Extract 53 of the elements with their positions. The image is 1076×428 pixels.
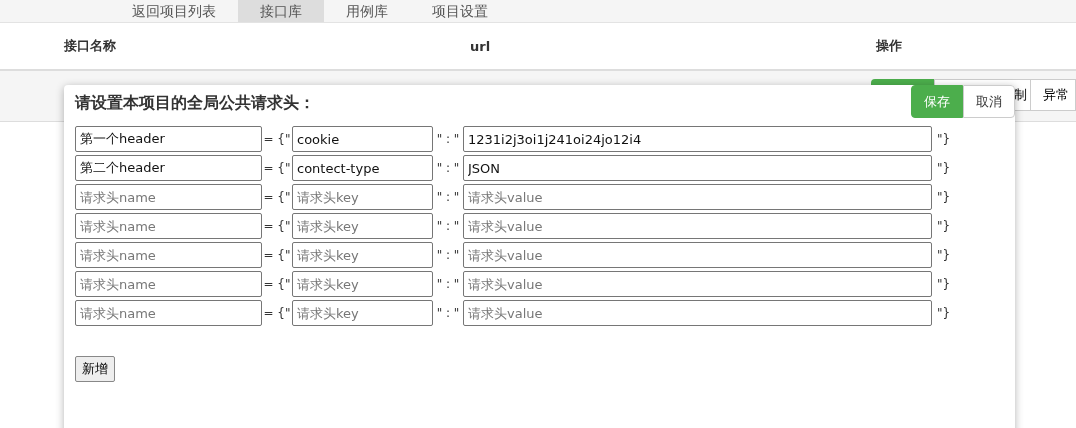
header-name-field[interactable]: 请求头name: [75, 300, 262, 326]
nav-tab[interactable]: 返回项目列表: [110, 0, 238, 22]
header-key-field[interactable]: contect-type: [292, 155, 433, 181]
separator-text: = {": [262, 132, 292, 146]
column-header: url: [470, 38, 492, 54]
header-value-field[interactable]: 请求头value: [463, 242, 932, 268]
separator-text: = {": [262, 248, 292, 262]
header-name-field[interactable]: 请求头name: [75, 213, 262, 239]
header-key-field[interactable]: 请求头key: [292, 271, 433, 297]
separator-text: "}: [936, 132, 952, 146]
header-value-field[interactable]: 请求头value: [463, 271, 932, 297]
separator-text: " : ": [435, 190, 461, 204]
header-value-field[interactable]: 请求头value: [463, 213, 932, 239]
header-name-field[interactable]: 第二个header: [75, 155, 262, 181]
separator-text: " : ": [435, 248, 461, 262]
header-name-field[interactable]: 请求头name: [75, 271, 262, 297]
separator-text: "}: [936, 306, 952, 320]
separator-text: "}: [936, 248, 952, 262]
separator-text: = {": [262, 161, 292, 175]
nav-tab[interactable]: 项目设置: [410, 0, 510, 22]
column-header: 操作: [876, 37, 902, 55]
header-name-field[interactable]: 请求头name: [75, 242, 262, 268]
separator-text: " : ": [435, 161, 461, 175]
separator-text: " : ": [435, 277, 461, 291]
separator-text: " : ": [435, 219, 461, 233]
separator-text: "}: [936, 161, 952, 175]
dialog-title: 请设置本项目的全局公共请求头：: [75, 93, 315, 114]
header-key-field[interactable]: cookie: [292, 126, 433, 152]
header-key-field[interactable]: 请求头key: [292, 213, 433, 239]
nav-tab[interactable]: 接口库: [238, 0, 324, 22]
add-button[interactable]: 新增: [75, 356, 115, 382]
cancel-button[interactable]: 取消: [963, 85, 1015, 118]
header-value-field[interactable]: 请求头value: [463, 184, 932, 210]
action-button[interactable]: 异常: [1030, 79, 1076, 111]
separator-text: = {": [262, 306, 292, 320]
separator-text: " : ": [435, 132, 461, 146]
header-value-field[interactable]: 1231i2j3oi1j241oi24jo12i4: [463, 126, 932, 152]
separator-text: = {": [262, 219, 292, 233]
nav-tab[interactable]: 用例库: [324, 0, 410, 22]
separator-text: "}: [936, 190, 952, 204]
separator-text: "}: [936, 219, 952, 233]
separator-text: "}: [936, 277, 952, 291]
header-value-field[interactable]: JSON: [463, 155, 932, 181]
separator-text: " : ": [435, 306, 461, 320]
header-key-field[interactable]: 请求头key: [292, 242, 433, 268]
header-name-field[interactable]: 请求头name: [75, 184, 262, 210]
header-key-field[interactable]: 请求头key: [292, 184, 433, 210]
separator-text: = {": [262, 277, 292, 291]
separator-text: = {": [262, 190, 292, 204]
column-header: 接口名称: [64, 37, 117, 55]
header-name-field[interactable]: 第一个header: [75, 126, 262, 152]
header-value-field[interactable]: 请求头value: [463, 300, 932, 326]
header-key-field[interactable]: 请求头key: [292, 300, 433, 326]
